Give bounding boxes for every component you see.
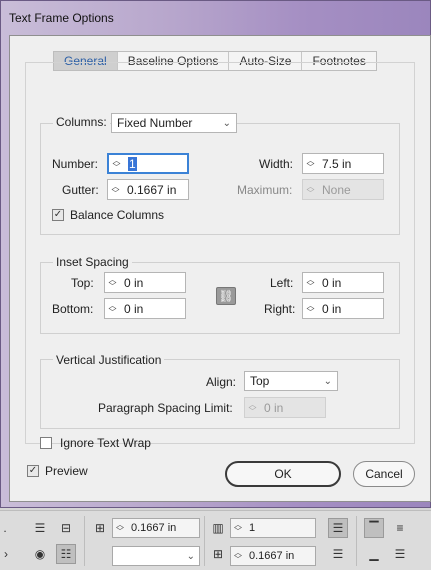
vertical-justification-title: Vertical Justification xyxy=(53,353,165,367)
toolbar-columns-field[interactable]: ︿ ﹀ 1 xyxy=(230,518,316,538)
vertical-align-bottom-icon[interactable]: ▁ xyxy=(364,544,384,564)
spinner-arrows-icon[interactable]: ︿ ﹀ xyxy=(105,273,120,292)
vertical-justification-group xyxy=(40,359,400,429)
right-arrow-icon[interactable]: › xyxy=(0,544,12,564)
inset-top-field[interactable]: ︿ ﹀ 0 in xyxy=(104,272,186,293)
general-panel: Columns: Fixed Number ⌄ Number: ︿ ﹀ 1 Wid… xyxy=(25,62,415,450)
ignore-text-wrap-checkbox[interactable] xyxy=(40,437,52,449)
spinner-arrows-icon[interactable]: ︿ ﹀ xyxy=(303,299,318,318)
toolbar-columns-value: 1 xyxy=(249,522,256,534)
spinner-arrows-icon[interactable]: ︿ ﹀ xyxy=(105,299,120,318)
window-frame: Text Frame Options General Baseline Opti… xyxy=(0,0,431,508)
spinner-arrows-icon[interactable]: ︿ ﹀ xyxy=(231,547,245,565)
align-label: Align: xyxy=(206,375,237,389)
separator xyxy=(84,516,85,566)
toolbar-stroke-select[interactable]: ⌄ xyxy=(112,546,200,566)
spinner-arrows-icon: ︿ ﹀ xyxy=(248,399,257,416)
columns-type-select[interactable]: Fixed Number ⌄ xyxy=(111,113,237,133)
spinner-arrows-icon[interactable]: ︿ ﹀ xyxy=(109,155,124,172)
ok-button[interactable]: OK xyxy=(225,461,341,487)
spinner-arrows-icon[interactable]: ︿ ﹀ xyxy=(108,180,123,199)
number-field[interactable]: ︿ ﹀ 1 xyxy=(107,153,189,174)
number-value: 1 xyxy=(128,156,137,171)
columns-icon: ▥ xyxy=(212,521,224,535)
width-value: 7.5 in xyxy=(322,156,352,171)
toolbar-gutter2-field[interactable]: ︿ ﹀ 0.1667 in xyxy=(230,546,316,566)
preview-checkbox[interactable]: ✓ xyxy=(27,465,39,477)
inset-right-label: Right: xyxy=(264,302,296,316)
toolbar-gutter-value: 0.1667 in xyxy=(131,522,177,534)
inset-bottom-field[interactable]: ︿ ﹀ 0 in xyxy=(104,298,186,319)
maximum-value: None xyxy=(322,182,351,197)
spinner-arrows-icon: ︿ ﹀ xyxy=(306,181,315,198)
maximum-label: Maximum: xyxy=(237,183,293,197)
align-bottom-edge-icon[interactable]: ☷ xyxy=(56,544,76,564)
gutter-value: 0.1667 in xyxy=(127,182,177,197)
left-edge-icon[interactable]: . xyxy=(0,518,10,538)
inset-top-value: 0 in xyxy=(124,275,144,290)
paragraph-spacing-limit-label: Paragraph Spacing Limit: xyxy=(98,401,233,415)
preview-label: Preview xyxy=(45,464,88,478)
inset-top-label: Top: xyxy=(71,276,94,290)
width-field[interactable]: ︿ ﹀ 7.5 in xyxy=(302,153,384,174)
chevron-down-icon: ⌄ xyxy=(323,375,332,387)
inset-left-label: Left: xyxy=(270,276,294,290)
gutter-width-icon: ⊞ xyxy=(212,547,224,561)
columns-label: Columns: xyxy=(53,115,110,129)
vertical-align-center-icon[interactable]: ≡ xyxy=(390,518,410,538)
maximum-field: ︿ ﹀ None xyxy=(302,179,384,200)
spinner-arrows-icon[interactable]: ︿ ﹀ xyxy=(303,154,318,173)
inset-right-value: 0 in xyxy=(322,301,342,316)
gutter-label: Gutter: xyxy=(62,183,99,197)
inset-left-field[interactable]: ︿ ﹀ 0 in xyxy=(302,272,384,293)
balance-columns-checkbox[interactable]: ✓ xyxy=(52,209,64,221)
align-select[interactable]: Top ⌄ xyxy=(244,371,338,391)
gutter-icon: ⊞ xyxy=(94,521,106,535)
inset-bottom-value: 0 in xyxy=(124,301,144,316)
gutter-field[interactable]: ︿ ﹀ 0.1667 in xyxy=(107,179,189,200)
align-center-icon[interactable]: ☰ xyxy=(30,518,50,538)
title-bar[interactable]: Text Frame Options xyxy=(1,1,431,35)
text-frame-options-dialog: General Baseline Options Auto-Size Footn… xyxy=(9,35,431,502)
paragraph-spacing-limit-value: 0 in xyxy=(264,400,284,415)
spinner-arrows-icon[interactable]: ︿ ﹀ xyxy=(231,519,245,537)
balance-columns-label: Balance Columns xyxy=(70,208,165,222)
inset-spacing-title: Inset Spacing xyxy=(53,255,132,269)
separator xyxy=(204,516,205,566)
justify-top-icon[interactable]: ☰ xyxy=(328,518,348,538)
link-icon[interactable]: ⛓ xyxy=(216,287,236,305)
window-title: Text Frame Options xyxy=(9,11,114,25)
justify-center-icon[interactable]: ☰ xyxy=(328,544,348,564)
control-panel-strip: . › ☰ ⊟ ◉ ☷ ⊞ ︿ ﹀ 0.1667 in ⌄ ▥ ︿ ﹀ 1 ⊞ ︿ ﹀… xyxy=(0,510,431,570)
paragraph-spacing-limit-field: ︿ ﹀ 0 in xyxy=(244,397,326,418)
cancel-button[interactable]: Cancel xyxy=(353,461,415,487)
fit-frame-icon[interactable]: ⊟ xyxy=(56,518,76,538)
chevron-down-icon: ⌄ xyxy=(222,117,231,129)
spinner-arrows-icon[interactable]: ︿ ﹀ xyxy=(113,519,127,537)
toolbar-gutter-field[interactable]: ︿ ﹀ 0.1667 in xyxy=(112,518,200,538)
separator xyxy=(356,516,357,566)
inset-bottom-label: Bottom: xyxy=(52,302,94,316)
vertical-justify-icon[interactable]: ☰ xyxy=(390,544,410,564)
width-label: Width: xyxy=(259,157,294,171)
number-label: Number: xyxy=(52,157,99,171)
columns-type-value: Fixed Number xyxy=(117,116,193,130)
toolbar-gutter2-value: 0.1667 in xyxy=(249,550,295,562)
align-value: Top xyxy=(250,374,270,388)
chevron-down-icon: ⌄ xyxy=(186,550,195,562)
inset-left-value: 0 in xyxy=(322,275,342,290)
inset-right-field[interactable]: ︿ ﹀ 0 in xyxy=(302,298,384,319)
ignore-text-wrap-label: Ignore Text Wrap xyxy=(60,436,151,450)
vertical-align-top-icon[interactable]: ▔ xyxy=(364,518,384,538)
spinner-arrows-icon[interactable]: ︿ ﹀ xyxy=(303,273,318,292)
align-bottom-icon[interactable]: ◉ xyxy=(30,544,50,564)
